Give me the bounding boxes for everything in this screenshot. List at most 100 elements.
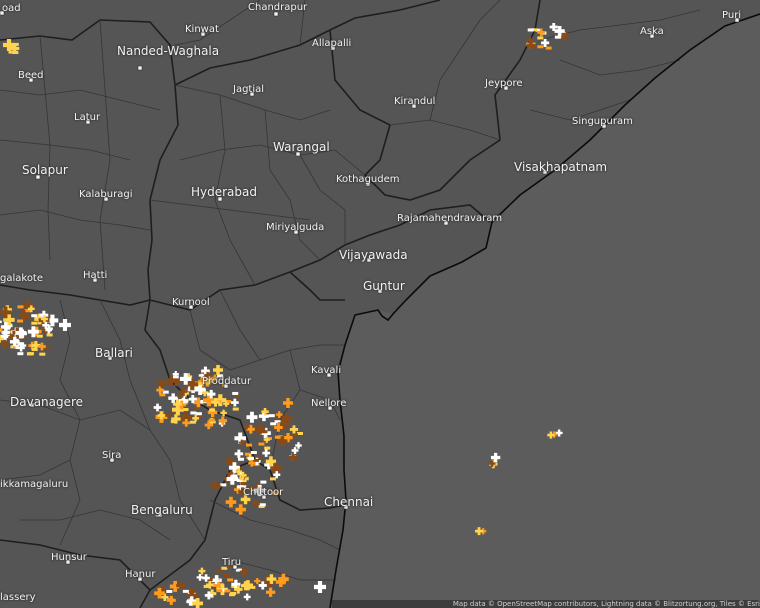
lightning-map[interactable]: Chandrapur Puri Aska Nanded-Waghala Kinwat Al… [0,0,760,608]
city-label: Nellore [311,398,347,409]
lightning-strike [196,574,204,581]
city-label: Davanagere [10,395,84,409]
map-attribution: Map data © OpenStreetMap contributors, L… [332,600,760,608]
lightning-strike [195,412,202,416]
lightning-strike [232,391,239,395]
lightning-strike [270,477,277,481]
city-label: Jagtial [233,84,265,95]
city-label: Miriyalguda [266,222,325,233]
lightning-strike [527,28,534,32]
lightning-strike [229,593,236,597]
city-label: Chandrapur [248,2,308,13]
lightning-strike [268,414,275,418]
lightning-strike [537,36,544,40]
lightning-strike [258,442,265,446]
city-label: lassery [0,592,36,603]
lightning-strike [39,352,46,356]
lightning-strike [254,577,261,585]
lightning-strike [243,593,251,601]
lightning-strike [262,449,270,457]
lightning-strike [153,403,162,412]
lightning-strike [554,35,561,39]
lightning-strike [213,365,223,375]
city-label: Beed [18,70,44,81]
lightning-strike [31,314,38,318]
lightning-strike [270,422,277,426]
city-label: Hatti [83,270,108,281]
city-label: Hyderabad [191,185,257,199]
city-label: Kurnool [172,297,210,308]
lightning-strike [264,446,271,450]
lightning-strike [290,456,297,460]
city-label: Visakhapatnam [514,160,608,174]
lightning-strike [227,578,234,582]
city-label: Kothagudem [336,174,400,185]
lightning-strike [545,46,552,50]
lightning-strike [159,393,166,397]
city-label: Tiru [222,557,242,568]
city-label: Rajamahendravaram [397,213,503,224]
lightning-strike [176,581,186,591]
city-label: Nanded-Waghala [117,44,220,58]
lightning-strike [225,496,237,508]
city-label: Puri [722,10,742,21]
lightning-strike [234,449,244,459]
lightning-strike [289,425,299,434]
city-label: Hunsur [51,552,87,563]
city-label: galakote [0,273,44,284]
city-label: Aska [640,26,664,37]
lightning-strike [209,408,216,412]
map-canvas[interactable] [0,0,760,608]
lightning-strike [274,435,281,439]
lightning-strike [223,574,230,578]
lightning-strike [216,589,223,593]
city-label: Singupuram [572,116,633,127]
city-label: Kavali [311,365,342,376]
lightning-strike [216,569,223,573]
lightning-strike [296,431,303,435]
city-label: Chennai [324,495,374,509]
lightning-strike [237,457,244,461]
lightning-strike [250,451,257,455]
lightning-strike [287,417,294,421]
lightning-strike [31,321,38,325]
lightning-strike [190,411,197,415]
lightning-strike [249,585,256,589]
city-label: ikkamagaluru [0,479,69,490]
lightning-strike [232,407,239,411]
lightning-strike [182,408,189,412]
lightning-strike [252,500,259,507]
lightning-strike [246,411,258,423]
lightning-strike [46,333,53,337]
lightning-strike [314,581,326,593]
lightning-strike [245,443,252,447]
city-label: Warangal [273,140,330,154]
city-label: Solapur [22,163,68,177]
lightning-strike [224,589,231,593]
lightning-strike [59,319,71,331]
lightning-strike [17,319,24,323]
city-label: oad [2,3,21,14]
city-label: Latur [74,112,101,123]
lightning-strike [177,394,184,398]
lightning-strike [231,474,238,478]
city-label: Ballari [95,346,133,360]
city-label: Sira [102,450,122,461]
lightning-strike [8,50,15,54]
city-marker [137,65,143,71]
city-label: Kinwat [185,24,219,35]
lightning-strike [230,398,239,407]
city-label: Bengaluru [131,503,193,517]
lightning-strike [182,589,189,593]
lightning-strike [0,320,2,324]
lightning-strike [17,352,24,356]
lightning-strike [27,352,34,356]
city-label: Allapalli [312,38,352,49]
lightning-strike [240,482,247,486]
city-label: Kirandul [394,96,436,107]
city-label: Proddatur [202,376,252,387]
lightning-strike [36,334,43,338]
lightning-strike [260,480,267,484]
lightning-strike [265,587,276,597]
lightning-strike [17,305,24,309]
